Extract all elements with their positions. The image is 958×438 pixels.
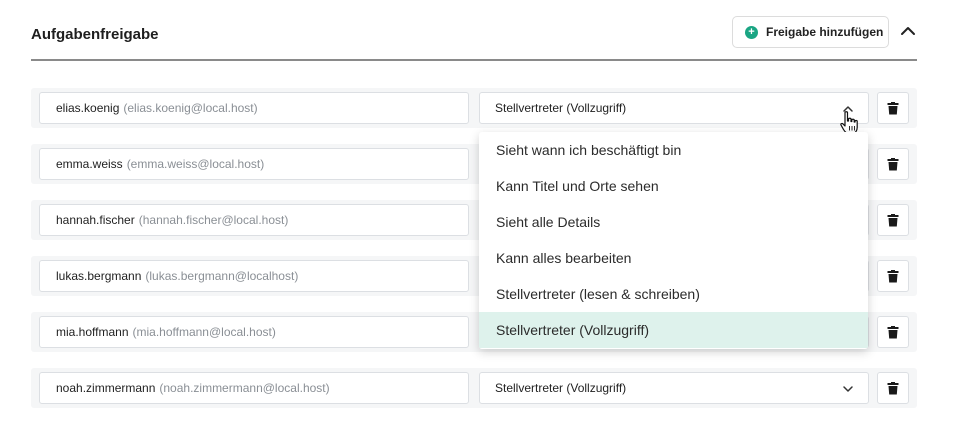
user-email: (elias.koenig@local.host)	[123, 101, 258, 115]
dropdown-option[interactable]: Kann Titel und Orte sehen	[479, 168, 868, 204]
dropdown-option[interactable]: Sieht wann ich beschäftigt bin	[479, 132, 868, 168]
share-row: elias.koenig (elias.koenig@local.host) S…	[31, 88, 917, 128]
user-name: hannah.fischer	[56, 213, 135, 227]
delete-button[interactable]	[877, 92, 909, 124]
dropdown-option[interactable]: Stellvertreter (lesen & schreiben)	[479, 276, 868, 312]
delete-button[interactable]	[877, 260, 909, 292]
chevron-up-icon[interactable]	[897, 20, 919, 42]
trash-icon	[887, 101, 899, 114]
user-email: (mia.hoffmann@local.host)	[132, 325, 276, 339]
user-email: (noah.zimmermann@local.host)	[159, 381, 330, 395]
share-row: noah.zimmermann (noah.zimmermann@local.h…	[31, 368, 917, 408]
role-select[interactable]: Stellvertreter (Vollzugriff)	[479, 92, 869, 124]
chevron-down-icon	[843, 386, 853, 392]
user-name: noah.zimmermann	[56, 381, 156, 395]
add-share-button[interactable]: + Freigabe hinzufügen	[732, 16, 889, 48]
trash-icon	[887, 381, 899, 394]
trash-icon	[887, 269, 899, 282]
add-share-button-label: Freigabe hinzufügen	[766, 25, 884, 39]
user-name: emma.weiss	[56, 157, 123, 171]
delete-button[interactable]	[877, 316, 909, 348]
delete-button[interactable]	[877, 204, 909, 236]
dropdown-option[interactable]: Kann alles bearbeiten	[479, 240, 868, 276]
user-field[interactable]: lukas.bergmann (lukas.bergmann@localhost…	[39, 260, 469, 292]
user-field[interactable]: hannah.fischer (hannah.fischer@local.hos…	[39, 204, 469, 236]
dropdown-option-selected[interactable]: Stellvertreter (Vollzugriff)	[479, 312, 868, 348]
user-field[interactable]: elias.koenig (elias.koenig@local.host)	[39, 92, 469, 124]
user-field[interactable]: noah.zimmermann (noah.zimmermann@local.h…	[39, 372, 469, 404]
trash-icon	[887, 213, 899, 226]
role-select-value: Stellvertreter (Vollzugriff)	[495, 381, 627, 395]
trash-icon	[887, 325, 899, 338]
user-field[interactable]: emma.weiss (emma.weiss@local.host)	[39, 148, 469, 180]
role-dropdown-menu: Sieht wann ich beschäftigt bin Kann Tite…	[479, 132, 868, 349]
user-field[interactable]: mia.hoffmann (mia.hoffmann@local.host)	[39, 316, 469, 348]
delete-button[interactable]	[877, 372, 909, 404]
user-email: (lukas.bergmann@localhost)	[145, 269, 299, 283]
user-email: (emma.weiss@local.host)	[126, 157, 265, 171]
user-name: lukas.bergmann	[56, 269, 142, 283]
user-name: mia.hoffmann	[56, 325, 129, 339]
section-title: Aufgabenfreigabe	[31, 26, 159, 43]
plus-circle-icon: +	[745, 25, 758, 39]
user-name: elias.koenig	[56, 101, 120, 115]
user-email: (hannah.fischer@local.host)	[138, 213, 289, 227]
dropdown-option[interactable]: Sieht alle Details	[479, 204, 868, 240]
delete-button[interactable]	[877, 148, 909, 180]
role-select-value: Stellvertreter (Vollzugriff)	[495, 101, 627, 115]
trash-icon	[887, 157, 899, 170]
section-header: Aufgabenfreigabe + Freigabe hinzufügen	[31, 0, 917, 61]
role-select[interactable]: Stellvertreter (Vollzugriff)	[479, 372, 869, 404]
